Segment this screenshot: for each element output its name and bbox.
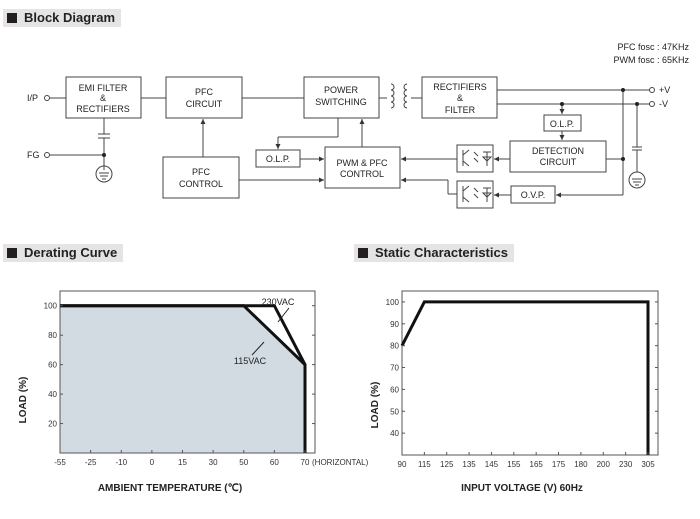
x-tick-label: 180 <box>574 460 588 469</box>
emi-label-1: EMI FILTER <box>79 83 128 93</box>
annotation-115vac: 115VAC <box>234 356 267 366</box>
vplus-label: +V <box>659 85 670 95</box>
fg-label: FG <box>27 150 40 160</box>
series-line-load <box>400 300 650 455</box>
pfc-freq-note: PFC fosc : 47KHz <box>617 42 689 52</box>
pfc-circuit-label-2: CIRCUIT <box>186 99 223 109</box>
y-tick-label: 100 <box>44 302 58 311</box>
detection-label-2: CIRCUIT <box>540 157 577 167</box>
y-tick-label: 80 <box>390 342 399 351</box>
y-tick-label: 100 <box>386 298 400 307</box>
x-tick-label: 155 <box>507 460 521 469</box>
olp-right-label: O.L.P. <box>550 119 574 129</box>
y-axis-title: LOAD (%) <box>18 377 29 424</box>
derating-curve-chart: -55 -25 -10 0 15 30 50 60 70 (HORIZONTAL) 20 40 60 80… <box>18 290 369 494</box>
power-switching-label-1: POWER <box>324 85 359 95</box>
pwm-freq-note: PWM fosc : 65KHz <box>613 55 689 65</box>
rect-filter-label-1: RECTIFIERS <box>433 82 487 92</box>
x-tick-label: 30 <box>209 458 218 467</box>
pfc-control-label-1: PFC <box>192 167 211 177</box>
rect-filter-label-3: FILTER <box>445 105 476 115</box>
vminus-label: -V <box>659 99 668 109</box>
y-axis-title: LOAD (%) <box>370 382 381 429</box>
y-tick-label: 60 <box>48 361 57 370</box>
x-tick-label: 135 <box>462 460 476 469</box>
power-switching-label-2: SWITCHING <box>315 97 367 107</box>
y-tick-label: 80 <box>48 331 57 340</box>
fg-terminal <box>44 152 50 158</box>
x-tick-label: 90 <box>398 460 407 469</box>
x-tick-label: 200 <box>597 460 611 469</box>
pfc-circuit-label-1: PFC <box>195 87 214 97</box>
x-axis-suffix: (HORIZONTAL) <box>312 458 369 467</box>
x-tick-label: 60 <box>270 458 279 467</box>
static-characteristics-chart: 90 115 125 135 145 155 165 175 180 200 230 305 40 50 6… <box>370 290 659 494</box>
x-tick-label: -10 <box>115 458 127 467</box>
x-tick-label: 305 <box>641 460 655 469</box>
x-tick-label: -25 <box>85 458 97 467</box>
vminus-terminal <box>649 101 655 107</box>
annotation-230vac: 230VAC <box>262 297 295 307</box>
plot-frame <box>401 290 659 456</box>
vplus-terminal <box>649 87 655 93</box>
pfc-control-label-2: CONTROL <box>179 179 223 189</box>
y-tick-label: 20 <box>48 420 57 429</box>
pwm-label-1: PWM & PFC <box>337 158 388 168</box>
olp-left-label: O.L.P. <box>266 154 290 164</box>
y-tick-label: 40 <box>48 390 57 399</box>
x-tick-label: 165 <box>530 460 544 469</box>
y-tick-label: 40 <box>390 429 399 438</box>
ovp-label: O.V.P. <box>521 190 546 200</box>
pfc-circuit-block <box>165 76 243 119</box>
y-tick-label: 50 <box>390 407 399 416</box>
x-axis-title: INPUT VOLTAGE (V) 60Hz <box>461 483 583 494</box>
x-tick-label: 125 <box>440 460 454 469</box>
emi-label-2: & <box>100 93 106 103</box>
x-tick-label: 0 <box>150 458 155 467</box>
rect-filter-label-2: & <box>457 93 463 103</box>
y-tick-label: 60 <box>390 385 399 394</box>
x-tick-label: 145 <box>485 460 499 469</box>
input-label: I/P <box>27 93 38 103</box>
block-diagram: EMI FILTER & RECTIFIERS PFC CIRCUIT POWE… <box>18 42 690 494</box>
x-tick-label: 50 <box>239 458 248 467</box>
input-terminal <box>44 95 50 101</box>
pfc-control-block <box>162 156 240 199</box>
x-tick-label: -55 <box>54 458 66 467</box>
y-tick-label: 70 <box>390 364 399 373</box>
detection-label-1: DETECTION <box>532 146 584 156</box>
x-tick-label: 175 <box>552 460 566 469</box>
pwm-label-2: CONTROL <box>340 169 384 179</box>
x-axis-title: AMBIENT TEMPERATURE (℃) <box>98 483 242 494</box>
x-tick-label: 230 <box>619 460 633 469</box>
x-tick-label: 115 <box>418 460 431 469</box>
x-tick-label: 15 <box>178 458 187 467</box>
x-tick-label: 70 <box>301 458 310 467</box>
y-tick-label: 90 <box>390 320 399 329</box>
emi-label-3: RECTIFIERS <box>76 104 130 114</box>
